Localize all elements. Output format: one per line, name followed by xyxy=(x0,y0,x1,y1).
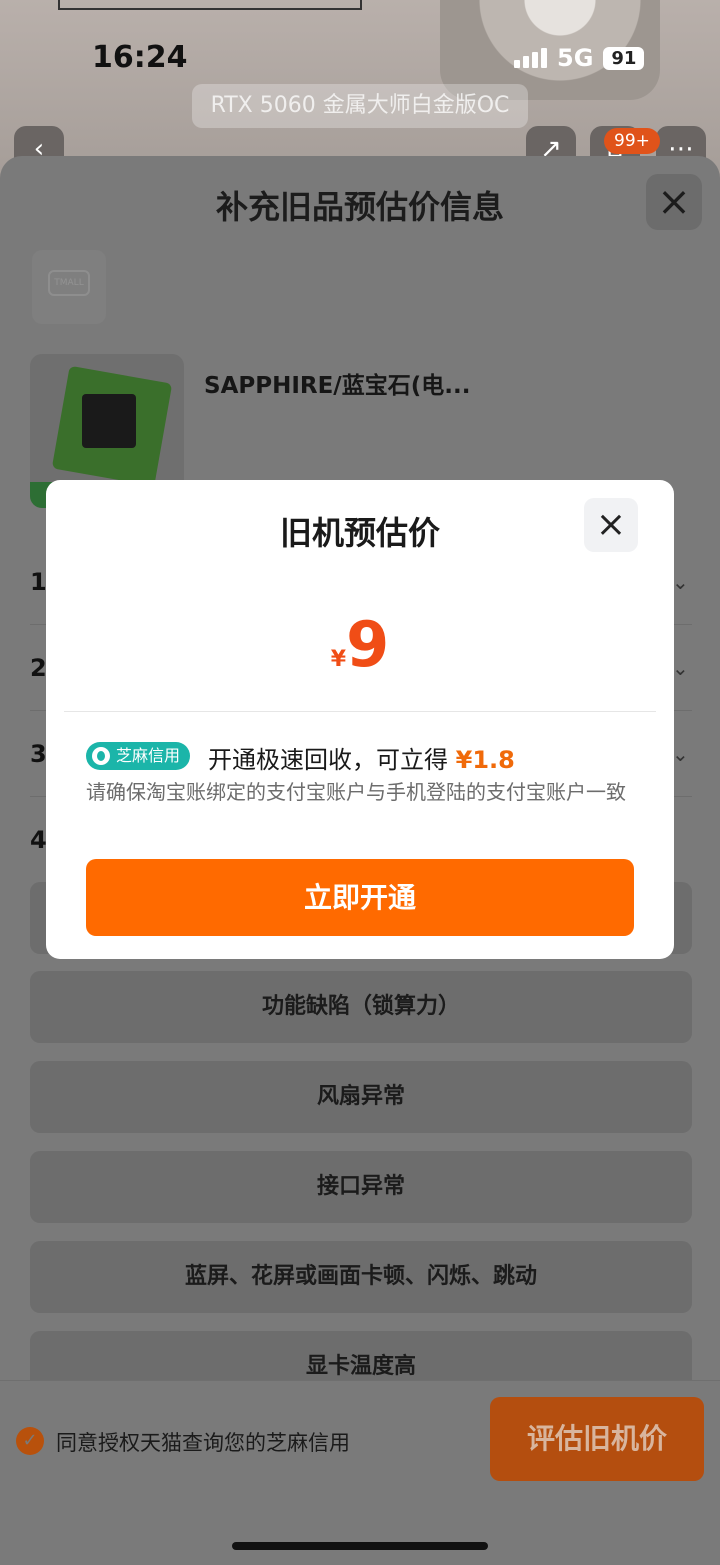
account-note: 请确保淘宝账绑定的支付宝账户与手机登陆的支付宝账户一致 xyxy=(86,780,626,804)
price-value: 9 xyxy=(346,608,390,681)
tmall-logo: TMALL xyxy=(48,270,90,296)
sheet-close-icon[interactable]: × xyxy=(646,174,702,230)
product-image-frame xyxy=(58,0,362,10)
currency-symbol: ¥ xyxy=(330,647,347,672)
agree-checkbox[interactable]: ✓ xyxy=(16,1427,44,1455)
divider xyxy=(64,711,656,712)
agree-text: 同意授权天猫查询您的芝麻信用 xyxy=(56,1431,350,1455)
product-title-pill: RTX 5060 金属大师白金版OC xyxy=(192,84,528,128)
chevron-down-icon[interactable]: ⌄ xyxy=(672,656,689,680)
question-number: 4 xyxy=(30,826,47,854)
zhima-badge-label: 芝麻信用 xyxy=(116,746,181,765)
estimated-price: ¥9 xyxy=(46,608,674,681)
sheet-title: 补充旧品预估价信息 xyxy=(215,188,504,226)
zhima-credit-badge: 芝麻信用 xyxy=(86,742,191,770)
activate-button[interactable]: 立即开通 xyxy=(86,859,634,936)
bottom-bar: ✓ 同意授权天猫查询您的芝麻信用 评估旧机价 xyxy=(0,1380,720,1565)
evaluate-button[interactable]: 评估旧机价 xyxy=(490,1397,704,1481)
option-display-issue[interactable]: 蓝屏、花屏或画面卡顿、闪烁、跳动 xyxy=(30,1241,692,1313)
question-number: 2 xyxy=(30,654,47,682)
chevron-down-icon[interactable]: ⌄ xyxy=(672,570,689,594)
cart-badge: 99+ xyxy=(604,128,660,154)
question-number: 1 xyxy=(30,568,47,596)
status-icons: 5G 91 xyxy=(514,44,645,72)
offer-line: 开通极速回收，可立得 ¥1.8 xyxy=(208,740,515,775)
offer-amount: ¥1.8 xyxy=(455,746,515,774)
modal-title: 旧机预估价 xyxy=(279,514,440,552)
zhima-icon xyxy=(92,747,110,765)
option-port-abnormal[interactable]: 接口异常 xyxy=(30,1151,692,1223)
option-fan-abnormal[interactable]: 风扇异常 xyxy=(30,1061,692,1133)
offer-text: 开通极速回收，可立得 xyxy=(208,746,448,774)
question-number: 3 xyxy=(30,740,47,768)
close-icon[interactable]: × xyxy=(584,498,638,552)
chip-image xyxy=(82,394,136,448)
status-time: 16:24 xyxy=(92,40,188,75)
signal-icon xyxy=(514,48,547,68)
home-indicator xyxy=(232,1542,488,1550)
battery-icon: 91 xyxy=(603,46,645,70)
option-function-defect[interactable]: 功能缺陷（锁算力） xyxy=(30,971,692,1043)
tmall-logo-box: TMALL xyxy=(32,250,106,324)
product-name: SAPPHIRE/蓝宝石(电... xyxy=(204,373,471,399)
chevron-down-icon[interactable]: ⌄ xyxy=(672,742,689,766)
network-label: 5G xyxy=(557,44,594,72)
estimate-modal: 旧机预估价 × ¥9 芝麻信用 开通极速回收，可立得 ¥1.8 请确保淘宝账绑定… xyxy=(46,480,674,959)
